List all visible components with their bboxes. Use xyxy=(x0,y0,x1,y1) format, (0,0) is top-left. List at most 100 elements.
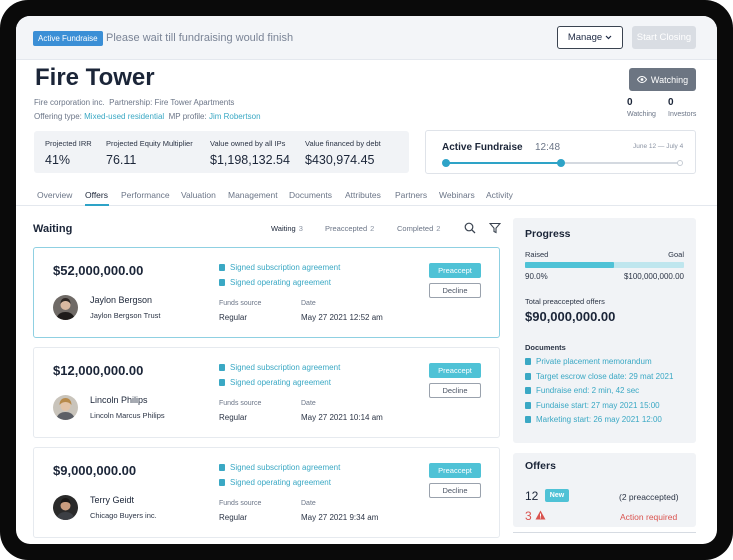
mp-label: MP profile: xyxy=(168,112,207,121)
filter-label: Waiting xyxy=(271,224,296,233)
document-icon xyxy=(219,379,225,386)
doc-subscription-link[interactable]: Signed subscription agreement xyxy=(219,463,340,472)
avatar xyxy=(53,295,78,320)
filter-preaccepted[interactable]: Preaccepted 2 xyxy=(325,224,374,233)
metric-irr: Projected IRR 41% xyxy=(45,139,92,167)
watching-button[interactable]: Watching xyxy=(629,68,696,91)
field-label: Funds source xyxy=(219,400,262,407)
date-field: Date May 27 2021 10:14 am xyxy=(301,400,383,422)
preaccept-button[interactable]: Preaccept xyxy=(429,363,481,378)
metric-value: 41% xyxy=(45,153,71,167)
decline-button[interactable]: Decline xyxy=(429,283,481,298)
start-closing-button[interactable]: Start Closing xyxy=(632,26,696,49)
document-icon xyxy=(219,479,225,486)
tab-offers[interactable]: Offers xyxy=(85,190,108,200)
filter-count: 3 xyxy=(298,224,303,233)
page-title: Fire Tower xyxy=(35,64,155,91)
watching-stat-label: Watching xyxy=(627,111,656,118)
tab-valuation[interactable]: Valuation xyxy=(181,190,216,200)
preaccept-button[interactable]: Preaccept xyxy=(429,263,481,278)
doc-subscription-link[interactable]: Signed subscription agreement xyxy=(219,263,340,272)
doc-subscription-link[interactable]: Signed subscription agreement xyxy=(219,363,340,372)
active-fundraise-badge: Active Fundraise xyxy=(33,31,103,46)
fundraise-time: 12:48 xyxy=(535,142,561,153)
banner-message: Please wait till fundraising would finis… xyxy=(106,32,294,44)
document-label: Marketing start: 26 may 2021 12:00 xyxy=(536,415,662,424)
document-link-marketing-start[interactable]: Marketing start: 26 may 2021 12:00 xyxy=(525,415,662,424)
document-link-ppm[interactable]: Private placement memorandum xyxy=(525,357,652,366)
raised-goal-row: Raised Goal xyxy=(525,250,684,259)
document-icon xyxy=(219,464,225,471)
doc-label: Signed operating agreement xyxy=(230,378,331,387)
filter-funnel-icon[interactable] xyxy=(489,222,501,234)
offer-card[interactable]: $12,000,000.00 Lincoln Philips Lincoln M… xyxy=(33,347,500,438)
field-value: May 27 2021 9:34 am xyxy=(301,513,379,522)
tab-attributes[interactable]: Attributes xyxy=(345,190,381,200)
offering-line: Offering type: Mixed-used residential MP… xyxy=(34,112,261,121)
doc-operating-link[interactable]: Signed operating agreement xyxy=(219,378,331,387)
tab-performance[interactable]: Performance xyxy=(121,190,170,200)
metric-label: Value financed by debt xyxy=(305,139,381,148)
document-link-fundraise-end[interactable]: Fundraise end: 2 min, 42 sec xyxy=(525,386,639,395)
field-label: Date xyxy=(301,400,316,407)
progress-percent: 90.0% xyxy=(525,272,548,281)
offering-link[interactable]: Mixed-used residential xyxy=(84,112,164,121)
document-label: Fundraise end: 2 min, 42 sec xyxy=(536,386,640,395)
filter-waiting[interactable]: Waiting 3 xyxy=(271,224,303,233)
preaccept-button[interactable]: Preaccept xyxy=(429,463,481,478)
tab-management[interactable]: Management xyxy=(228,190,278,200)
decline-button[interactable]: Decline xyxy=(429,383,481,398)
document-icon xyxy=(219,264,225,271)
metric-value-owned: Value owned by all IPs $1,198,132.54 xyxy=(210,139,290,167)
funds-source-field: Funds source Regular xyxy=(219,500,261,522)
doc-label: Signed subscription agreement xyxy=(230,263,341,272)
document-label: Private placement memorandum xyxy=(536,357,652,366)
offers-count: 12 xyxy=(525,489,539,503)
tab-bar: Overview Offers Performance Valuation Ma… xyxy=(16,186,717,206)
fundraise-timeline: Active Fundraise 12:48 June 12 — July 4 xyxy=(425,130,696,174)
fundraise-title: Active Fundraise xyxy=(442,142,523,153)
search-icon[interactable] xyxy=(464,222,476,234)
offer-card[interactable]: $52,000,000.00 Jaylon Bergson Jaylon Ber… xyxy=(33,247,500,338)
chevron-down-icon xyxy=(605,35,612,40)
manage-button[interactable]: Manage xyxy=(557,26,623,49)
watching-count: 0 xyxy=(627,97,633,108)
action-required-link[interactable]: Action required xyxy=(620,512,677,522)
date-field: Date May 27 2021 12:52 am xyxy=(301,300,383,322)
document-icon xyxy=(525,402,531,409)
tab-overview[interactable]: Overview xyxy=(37,190,72,200)
tab-partners[interactable]: Partners xyxy=(395,190,427,200)
doc-operating-link[interactable]: Signed operating agreement xyxy=(219,278,331,287)
fundraise-dates: June 12 — July 4 xyxy=(633,143,684,150)
mp-profile-link[interactable]: Jim Robertson xyxy=(209,112,261,121)
document-link-escrow[interactable]: Target escrow close date: 29 mat 2021 xyxy=(525,372,673,381)
field-value: Regular xyxy=(219,413,248,422)
metric-value: $430,974.45 xyxy=(305,153,375,167)
doc-label: Signed operating agreement xyxy=(230,278,331,287)
field-value: May 27 2021 10:14 am xyxy=(301,413,383,422)
field-value: May 27 2021 12:52 am xyxy=(301,313,383,322)
new-badge: New xyxy=(545,489,569,502)
timeline-current-dot xyxy=(556,159,565,167)
offer-amount: $9,000,000.00 xyxy=(53,463,137,478)
field-value: Regular xyxy=(219,513,248,522)
offer-amount: $52,000,000.00 xyxy=(53,263,144,278)
filter-completed[interactable]: Completed 2 xyxy=(397,224,440,233)
investor-name: Lincoln Philips xyxy=(90,395,148,405)
investors-stat: 0 Investors xyxy=(668,97,696,118)
field-label: Date xyxy=(301,300,316,307)
tab-activity[interactable]: Activity xyxy=(486,190,513,200)
document-icon xyxy=(525,387,531,394)
investor-entity: Lincoln Marcus Philips xyxy=(90,411,165,420)
timeline-progress xyxy=(446,162,561,164)
tab-documents[interactable]: Documents xyxy=(289,190,332,200)
field-label: Funds source xyxy=(219,500,262,507)
metric-value: $1,198,132.54 xyxy=(210,153,290,167)
decline-button[interactable]: Decline xyxy=(429,483,481,498)
doc-operating-link[interactable]: Signed operating agreement xyxy=(219,478,331,487)
document-link-fundraise-start[interactable]: Fundaise start: 27 may 2021 15:00 xyxy=(525,401,660,410)
offer-card[interactable]: $9,000,000.00 Terry Geidt Chicago Buyers… xyxy=(33,447,500,538)
document-icon xyxy=(219,364,225,371)
filter-label: Completed xyxy=(397,224,434,233)
tab-webinars[interactable]: Webinars xyxy=(439,190,475,200)
